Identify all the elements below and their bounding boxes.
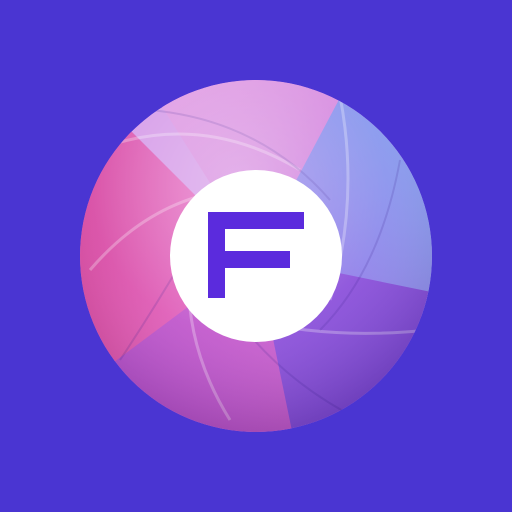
app-icon-canvas — [0, 0, 512, 512]
app-icon — [0, 0, 512, 512]
